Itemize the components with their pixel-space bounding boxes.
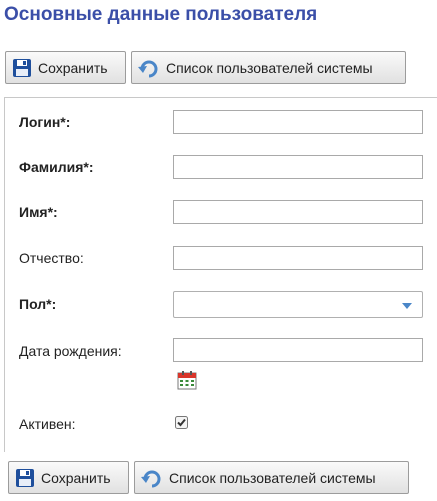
gender-label: Пол*: — [19, 296, 57, 312]
active-label: Активен: — [19, 416, 76, 432]
active-checkbox[interactable] — [175, 416, 188, 429]
patronymic-input[interactable] — [173, 246, 423, 270]
surname-input[interactable] — [173, 155, 423, 179]
user-list-button-label: Список пользователей системы — [169, 469, 376, 486]
refresh-arrow-icon — [138, 60, 158, 77]
save-button-label: Сохранить — [38, 59, 108, 76]
save-button[interactable]: Сохранить — [5, 51, 126, 84]
patronymic-label: Отчество: — [19, 250, 84, 266]
calendar-icon[interactable] — [177, 370, 197, 390]
form-panel — [4, 97, 437, 452]
page-title: Основные данные пользователя — [4, 4, 318, 25]
floppy-disk-icon — [16, 468, 34, 487]
user-list-button-label: Список пользователей системы — [166, 59, 373, 76]
login-label: Логин*: — [19, 114, 71, 130]
login-input[interactable] — [173, 110, 423, 134]
chevron-down-icon — [402, 303, 412, 309]
birthdate-input[interactable] — [173, 338, 423, 362]
refresh-arrow-icon — [141, 470, 161, 487]
name-input[interactable] — [173, 200, 423, 224]
gender-select[interactable] — [173, 291, 423, 318]
surname-label: Фамилия*: — [19, 159, 94, 175]
save-button-label: Сохранить — [41, 469, 111, 486]
name-label: Имя*: — [19, 204, 58, 220]
user-list-button[interactable]: Список пользователей системы — [131, 51, 406, 84]
user-list-button[interactable]: Список пользователей системы — [134, 461, 409, 494]
save-button[interactable]: Сохранить — [8, 461, 129, 494]
birthdate-label: Дата рождения: — [19, 343, 122, 359]
floppy-disk-icon — [13, 58, 31, 77]
